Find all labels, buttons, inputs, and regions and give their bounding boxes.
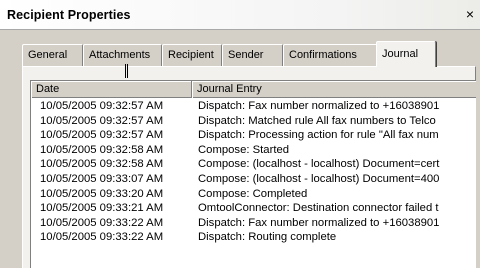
- close-icon[interactable]: ×: [461, 6, 479, 24]
- row-date: 10/05/2005 09:32:57 AM: [40, 114, 164, 127]
- journal-rows: 10/05/2005 09:32:57 AM Dispatch: Fax numb…: [31, 100, 476, 246]
- journal-list-header: Date Journal Entry: [31, 81, 476, 98]
- table-row[interactable]: 10/05/2005 09:32:57 AM Dispatch: Matched …: [31, 115, 476, 130]
- row-date: 10/05/2005 09:32:58 AM: [40, 143, 164, 156]
- row-entry: Dispatch: Matched rule All fax numbers t…: [198, 114, 436, 127]
- row-date: 10/05/2005 09:33:21 AM: [40, 202, 164, 215]
- column-header-journal-entry[interactable]: Journal Entry: [192, 81, 476, 98]
- row-date: 10/05/2005 09:32:57 AM: [40, 129, 164, 142]
- row-entry: Compose: Completed: [198, 187, 308, 200]
- window-title: Recipient Properties: [7, 8, 131, 22]
- row-date: 10/05/2005 09:33:22 AM: [40, 216, 164, 229]
- row-entry: Compose: (localhost - localhost) Documen…: [198, 172, 440, 185]
- row-entry: Dispatch: Fax number normalized to +1603…: [198, 216, 440, 229]
- tab-attachments[interactable]: Attachments: [83, 44, 162, 66]
- table-row[interactable]: 10/05/2005 09:32:57 AM Dispatch: Processi…: [31, 129, 476, 144]
- row-entry: OmtoolConnector: Destination connector f…: [198, 202, 439, 215]
- row-entry: Compose: (localhost - localhost) Documen…: [198, 158, 440, 171]
- row-entry: Dispatch: Processing action for rule "Al…: [198, 129, 439, 142]
- row-date: 10/05/2005 09:33:22 AM: [40, 231, 164, 244]
- row-date: 10/05/2005 09:32:58 AM: [40, 158, 164, 171]
- table-row[interactable]: 10/05/2005 09:33:22 AM Dispatch: Routing …: [31, 231, 476, 246]
- tab-sender[interactable]: Sender: [222, 44, 283, 66]
- column-header-date[interactable]: Date: [31, 81, 192, 98]
- table-row[interactable]: 10/05/2005 09:32:57 AM Dispatch: Fax numb…: [31, 100, 476, 115]
- table-row[interactable]: 10/05/2005 09:33:07 AM Compose: (localhos…: [31, 173, 476, 188]
- table-row[interactable]: 10/05/2005 09:33:20 AM Compose: Completed: [31, 188, 476, 203]
- table-row[interactable]: 10/05/2005 09:32:58 AM Compose: (localhos…: [31, 158, 476, 173]
- row-entry: Dispatch: Fax number normalized to +1603…: [198, 100, 440, 112]
- journal-list[interactable]: Date Journal Entry 10/05/2005 09:32:57 A…: [30, 80, 476, 268]
- table-row[interactable]: 10/05/2005 09:33:21 AM OmtoolConnector: D…: [31, 202, 476, 217]
- tab-journal[interactable]: Journal: [376, 41, 436, 67]
- text-cursor-icon: [125, 64, 128, 78]
- tab-recipient[interactable]: Recipient: [162, 44, 222, 66]
- table-row[interactable]: 10/05/2005 09:33:22 AM Dispatch: Fax numb…: [31, 217, 476, 232]
- row-date: 10/05/2005 09:32:57 AM: [40, 100, 164, 112]
- row-entry: Compose: Started: [198, 143, 290, 156]
- row-date: 10/05/2005 09:33:07 AM: [40, 172, 164, 185]
- row-date: 10/05/2005 09:33:20 AM: [40, 187, 164, 200]
- table-row[interactable]: 10/05/2005 09:32:58 AM Compose: Started: [31, 144, 476, 159]
- title-bar: Recipient Properties ×: [0, 0, 480, 30]
- row-entry: Dispatch: Routing complete: [198, 231, 337, 244]
- tab-general[interactable]: General: [22, 44, 83, 66]
- tab-confirmations[interactable]: Confirmations: [283, 44, 378, 66]
